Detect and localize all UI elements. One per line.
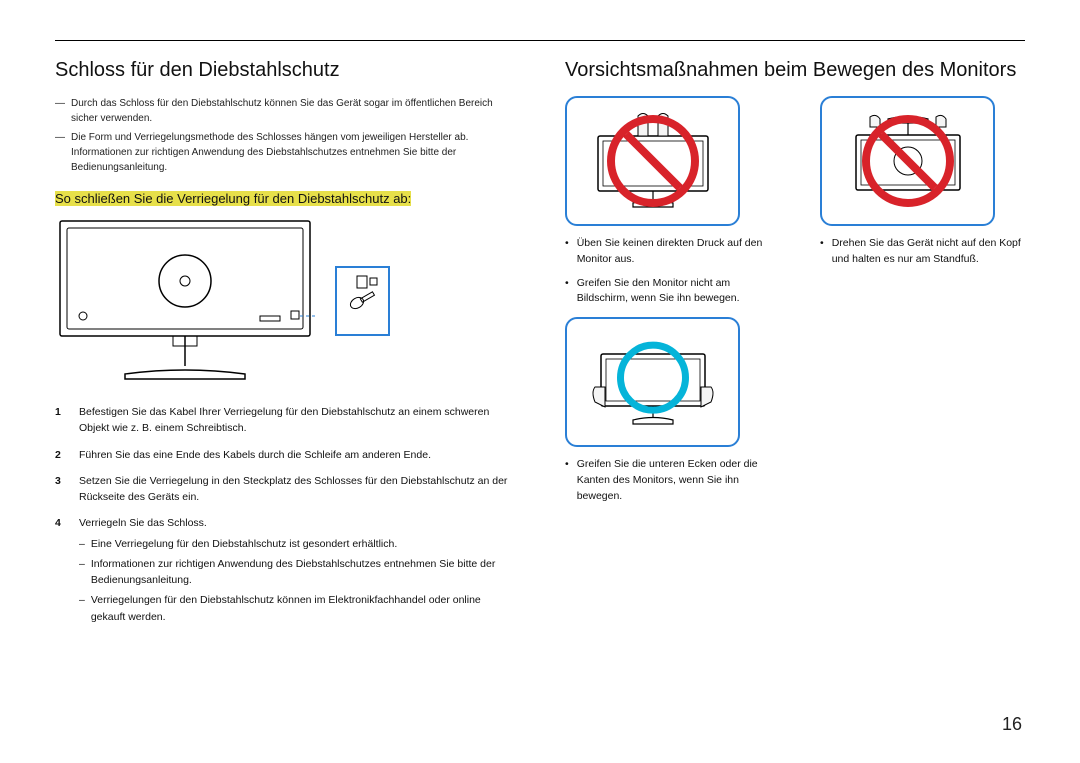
prohibit-icon	[607, 115, 699, 207]
page-number: 16	[1002, 714, 1022, 735]
step-4c: Verriegelungen für den Diebstahlschutz k…	[91, 592, 515, 625]
step-4b: Informationen zur richtigen Anwendung de…	[91, 556, 515, 589]
bullet-1: Üben Sie keinen direkten Druck auf den M…	[577, 236, 780, 268]
bullet-4: Greifen Sie die unteren Ecken oder die K…	[577, 457, 780, 504]
step-4a: Eine Verriegelung für den Diebstahlschut…	[91, 536, 397, 552]
prohibit-icon	[862, 115, 954, 207]
bullet-3: Drehen Sie das Gerät nicht auf den Kopf …	[832, 236, 1035, 268]
precaution-figure-correct	[565, 317, 740, 447]
left-column: Schloss für den Diebstahlschutz ―Durch d…	[55, 59, 515, 639]
right-column: Vorsichtsmaßnahmen beim Bewegen des Moni…	[565, 59, 1035, 639]
note-1: Durch das Schloss für den Diebstahlschut…	[71, 96, 515, 126]
step-2: Führen Sie das eine Ende des Kabels durc…	[79, 447, 431, 463]
precaution-figure-press	[565, 96, 740, 226]
left-heading: Schloss für den Diebstahlschutz	[55, 59, 515, 82]
allow-icon	[617, 342, 689, 414]
step-1: Befestigen Sie das Kabel Ihrer Verriegel…	[79, 404, 515, 437]
lock-figure	[55, 216, 515, 386]
steps-list: 1Befestigen Sie das Kabel Ihrer Verriege…	[55, 404, 515, 629]
left-subheading: So schließen Sie die Verriegelung für de…	[55, 191, 411, 206]
step-4: Verriegeln Sie das Schloss.	[79, 517, 207, 529]
precaution-figure-upside	[820, 96, 995, 226]
right-heading: Vorsichtsmaßnahmen beim Bewegen des Moni…	[565, 59, 1035, 82]
note-2: Die Form und Verriegelungsmethode des Sc…	[71, 130, 515, 175]
bullet-2: Greifen Sie den Monitor nicht am Bildsch…	[577, 276, 780, 308]
step-3: Setzen Sie die Verriegelung in den Steck…	[79, 473, 515, 506]
